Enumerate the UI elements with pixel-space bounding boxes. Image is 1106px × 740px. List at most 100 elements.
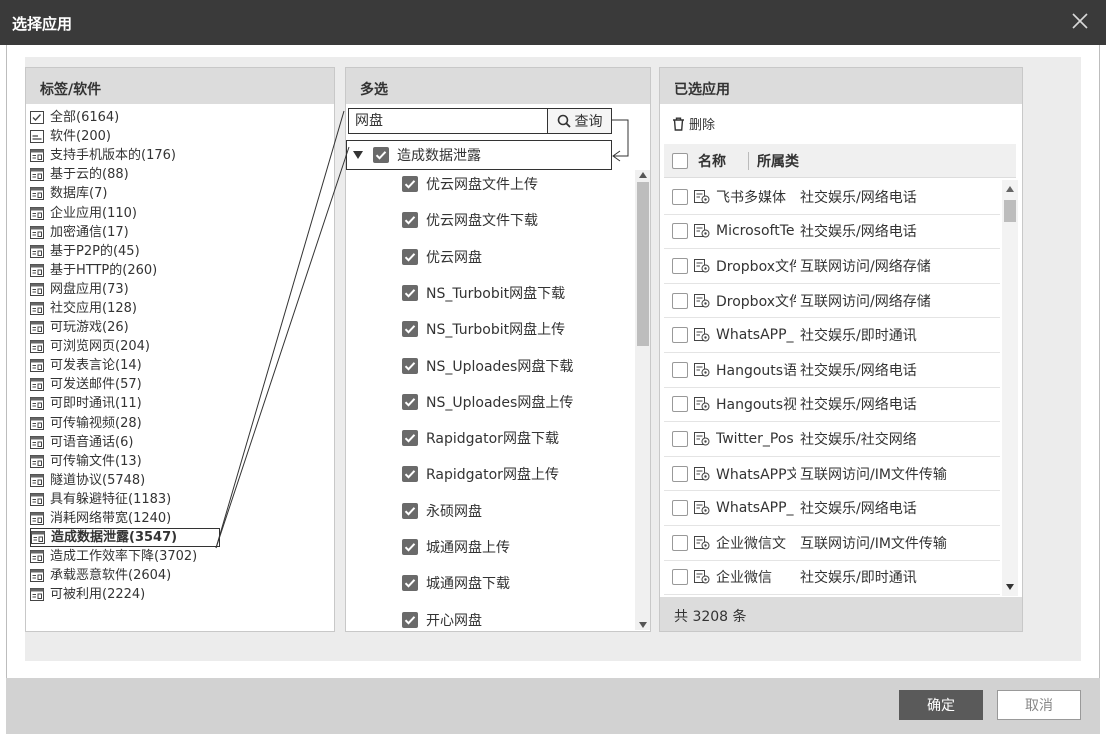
row-checkbox[interactable] [672, 534, 688, 551]
row-checkbox[interactable] [672, 327, 688, 344]
grid-scroll-thumb[interactable] [1004, 200, 1016, 222]
row-checkbox[interactable] [672, 465, 688, 482]
tag-item[interactable]: 软件(200) [30, 127, 334, 146]
close-icon[interactable] [1068, 9, 1092, 33]
grid-scrollbar[interactable] [1002, 180, 1018, 596]
tag-item[interactable]: 支持手机版本的(176) [30, 146, 334, 165]
scroll-down-icon[interactable] [639, 622, 647, 628]
row-checkbox[interactable] [672, 500, 688, 517]
table-row[interactable]: WhatsAPP_ 社交娱乐/即时通讯 [664, 318, 1000, 353]
table-row[interactable]: Dropbox文件 互联网访问/网络存储 [664, 249, 1000, 284]
confirm-button[interactable]: 确定 [899, 690, 983, 720]
row-checkbox[interactable] [672, 430, 688, 447]
tree-child-node[interactable]: NS_Turbobit网盘下载 [402, 283, 565, 303]
tree-child-checkbox[interactable] [402, 248, 418, 265]
tree-child-node[interactable]: 优云网盘 [402, 247, 482, 267]
tag-item[interactable]: 网盘应用(73) [30, 280, 334, 299]
tree-child-node[interactable]: 优云网盘文件下载 [402, 210, 538, 230]
tree-root-node[interactable]: 造成数据泄露 [346, 140, 612, 170]
delete-button[interactable]: 删除 [672, 114, 715, 133]
select-all-checkbox[interactable] [672, 152, 688, 169]
tag-item[interactable]: 数据库(7) [30, 184, 334, 203]
tag-item[interactable]: 可被利用(2224) [30, 585, 334, 604]
tree-child-node[interactable]: 城通网盘上传 [402, 537, 510, 557]
app-gear-icon [694, 189, 710, 204]
tag-item[interactable]: 消耗网络带宽(1240) [30, 509, 334, 528]
table-row[interactable]: 飞书多媒体 社交娱乐/网络电话 [664, 180, 1000, 215]
tree-child-checkbox[interactable] [402, 611, 418, 628]
tree-child-node[interactable]: 永硕网盘 [402, 501, 482, 521]
row-checkbox[interactable] [672, 361, 688, 378]
tree-child-checkbox[interactable] [402, 502, 418, 519]
tree-child-checkbox[interactable] [402, 284, 418, 301]
table-row[interactable]: Dropbox文件 互联网访问/网络存储 [664, 284, 1000, 319]
tree-child-checkbox[interactable] [402, 393, 418, 410]
tag-item[interactable]: 基于HTTP的(260) [30, 261, 334, 280]
tag-item[interactable]: 可传输文件(13) [30, 452, 334, 471]
tree-child-checkbox[interactable] [402, 466, 418, 483]
query-button[interactable]: 查询 [548, 108, 612, 134]
table-row[interactable]: Twitter_Pos 社交娱乐/社交网络 [664, 422, 1000, 457]
cancel-button[interactable]: 取消 [997, 690, 1081, 720]
scroll-up-icon[interactable] [1006, 186, 1014, 192]
tag-item[interactable]: 可语音通话(6) [30, 433, 334, 452]
row-checkbox[interactable] [672, 569, 688, 586]
search-input[interactable]: 网盘 [348, 108, 548, 134]
tree-child-node[interactable]: 城通网盘下载 [402, 573, 510, 593]
table-row[interactable]: Hangouts视 社交娱乐/网络电话 [664, 388, 1000, 423]
tree-child-node[interactable]: 开心网盘 [402, 610, 482, 630]
tree-child-checkbox[interactable] [402, 357, 418, 374]
tag-item[interactable]: 可发表言论(14) [30, 356, 334, 375]
tag-item[interactable]: 全部(6164) [30, 108, 334, 127]
app-gear-icon [694, 328, 710, 342]
table-row[interactable]: WhatsAPP_ 社交娱乐/网络电话 [664, 491, 1000, 526]
multiselect-scrollbar[interactable] [635, 170, 650, 630]
tag-item[interactable]: 可传输视频(28) [30, 414, 334, 433]
tree-child-node[interactable]: NS_Uploades网盘上传 [402, 392, 573, 412]
table-row[interactable]: 企业微信 社交娱乐/即时通讯 [664, 561, 1000, 596]
tree-child-node[interactable]: Rapidgator网盘下载 [402, 428, 559, 448]
row-checkbox[interactable] [672, 257, 688, 274]
tag-item[interactable]: 承载恶意软件(2604) [30, 566, 334, 585]
tree-child-node[interactable]: 优云网盘文件上传 [402, 174, 538, 194]
table-row[interactable]: MicrosoftTe 社交娱乐/网络电话 [664, 215, 1000, 250]
tag-item[interactable]: 具有躲避特征(1183) [30, 490, 334, 509]
row-checkbox[interactable] [672, 188, 688, 205]
tree-child-checkbox[interactable] [402, 575, 418, 592]
scroll-down-icon[interactable] [1006, 584, 1014, 590]
tag-item[interactable]: 可玩游戏(26) [30, 318, 334, 337]
tree-child-checkbox[interactable] [402, 212, 418, 229]
tag-item[interactable]: 可即时通讯(11) [30, 394, 334, 413]
tag-item[interactable]: 企业应用(110) [30, 203, 334, 222]
tag-item[interactable]: 可浏览网页(204) [30, 337, 334, 356]
tree-child-node[interactable]: NS_Uploades网盘下载 [402, 356, 573, 376]
tree-child-node[interactable]: NS_Turbobit网盘上传 [402, 319, 565, 339]
table-row[interactable]: Hangouts语 社交娱乐/网络电话 [664, 353, 1000, 388]
tree-child-checkbox[interactable] [402, 430, 418, 447]
table-row[interactable]: WhatsAPP文 互联网访问/IM文件传输 [664, 457, 1000, 492]
tag-item[interactable]: 隧道协议(5748) [30, 471, 334, 490]
row-checkbox[interactable] [672, 292, 688, 309]
scroll-up-icon[interactable] [639, 172, 647, 178]
multiselect-scroll-thumb[interactable] [637, 182, 649, 346]
tag-item[interactable]: 造成工作效率下降(3702) [30, 547, 334, 566]
column-category-header[interactable]: 所属类 [757, 151, 799, 171]
tag-item[interactable]: 造成数据泄露(3547) [30, 528, 220, 548]
tag-item[interactable]: 社交应用(128) [30, 299, 334, 318]
table-row[interactable]: 企业微信文 互联网访问/IM文件传输 [664, 526, 1000, 561]
tag-item[interactable]: 加密通信(17) [30, 223, 334, 242]
tree-child-node[interactable]: Rapidgator网盘上传 [402, 464, 559, 484]
row-app-name: MicrosoftTe [716, 223, 795, 240]
tree-child-label: NS_Uploades网盘上传 [426, 394, 574, 411]
row-checkbox[interactable] [672, 396, 688, 413]
tree-root-checkbox[interactable] [373, 147, 389, 163]
tag-item[interactable]: 基于云的(88) [30, 165, 334, 184]
caret-down-icon[interactable] [353, 151, 363, 159]
row-checkbox[interactable] [672, 223, 688, 240]
tree-child-checkbox[interactable] [402, 539, 418, 555]
tag-item[interactable]: 基于P2P的(45) [30, 242, 334, 261]
tree-child-checkbox[interactable] [402, 176, 418, 192]
tree-child-checkbox[interactable] [402, 321, 418, 338]
column-name-header[interactable]: 名称 [698, 151, 726, 171]
tag-item[interactable]: 可发送邮件(57) [30, 375, 334, 394]
